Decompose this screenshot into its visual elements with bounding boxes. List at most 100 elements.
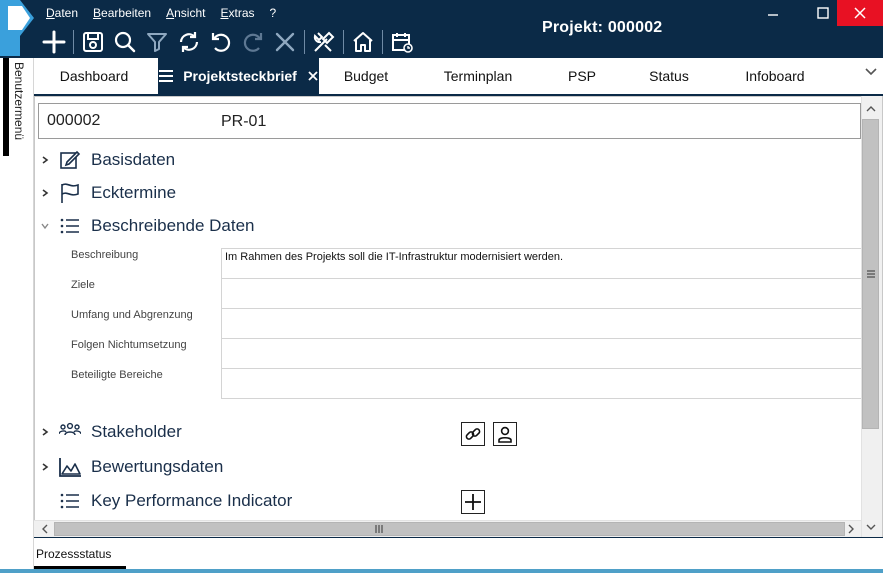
- window-title: Projekt: 000002: [542, 19, 663, 36]
- section-title: Ecktermine: [91, 183, 177, 202]
- scroll-up-icon[interactable]: [862, 100, 879, 117]
- scroll-down-icon[interactable]: [862, 518, 879, 535]
- plus-icon: [465, 494, 481, 510]
- section-beschreibende-daten[interactable]: Beschreibende Daten: [38, 213, 255, 239]
- plus-icon[interactable]: [38, 27, 70, 57]
- tab-label: Projektsteckbrief: [183, 68, 297, 84]
- field-label-folgen: Folgen Nichtumsetzung: [71, 339, 187, 351]
- flag-icon: [58, 181, 82, 205]
- list-icon: [58, 489, 82, 513]
- menu-mnemonic: D: [46, 6, 55, 20]
- section-title: Stakeholder: [91, 422, 182, 441]
- section-title: Basisdaten: [91, 150, 176, 169]
- field-beschreibung[interactable]: Im Rahmen des Projekts soll die IT-Infra…: [221, 248, 861, 279]
- menu-item-2[interactable]: Ansicht: [166, 5, 205, 21]
- tab-label: Dashboard: [59, 68, 129, 84]
- tab-status[interactable]: Status: [634, 58, 704, 94]
- field-umfang[interactable]: [221, 308, 861, 339]
- section-stakeholder[interactable]: Stakeholder: [38, 419, 182, 445]
- section-bewertungsdaten[interactable]: Bewertungsdaten: [38, 454, 223, 480]
- calendar-icon[interactable]: [386, 27, 418, 57]
- add-kpi-button[interactable]: [461, 490, 485, 514]
- tab-label: Terminplan: [443, 68, 513, 84]
- tab-budget[interactable]: Budget: [326, 58, 406, 94]
- tab-dashboard[interactable]: Dashboard: [34, 58, 154, 94]
- status-bar: [34, 538, 883, 573]
- toolbar-separator: [382, 30, 383, 54]
- add-person-button[interactable]: [493, 422, 517, 446]
- tab-projektsteckbrief[interactable]: Projektsteckbrief: [158, 58, 319, 94]
- menu-item-0[interactable]: Daten: [46, 5, 78, 21]
- field-label-umfang: Umfang und Abgrenzung: [71, 309, 193, 321]
- tab-label: Status: [649, 68, 689, 84]
- section-basisdaten[interactable]: Basisdaten: [38, 147, 175, 173]
- grip-icon: [370, 520, 387, 537]
- sidebar-accent: [3, 58, 9, 156]
- section-kpi[interactable]: Key Performance Indicator: [38, 488, 292, 514]
- menu-mnemonic: A: [166, 6, 175, 20]
- link-button[interactable]: [461, 422, 485, 446]
- section-title: Key Performance Indicator: [91, 491, 293, 510]
- project-number: 000002: [47, 112, 101, 129]
- save-icon[interactable]: [77, 27, 109, 57]
- redo-icon[interactable]: [237, 27, 269, 57]
- people-icon: [58, 420, 82, 444]
- chevron-right-icon[interactable]: [38, 186, 52, 200]
- chart-area-icon: [58, 455, 82, 479]
- section-title: Beschreibende Daten: [91, 216, 255, 235]
- tab-strip: Dashboard Projektsteckbrief Budget Termi…: [34, 58, 883, 96]
- sidebar-label[interactable]: Benutzermenü: [12, 62, 26, 140]
- chevron-right-icon[interactable]: [38, 460, 52, 474]
- process-status-tab[interactable]: Prozessstatus: [36, 547, 111, 561]
- field-label-beschreibung: Beschreibung: [71, 249, 139, 261]
- tab-label: PSP: [567, 68, 596, 84]
- toolbar-separator: [304, 30, 305, 54]
- tab-label: Infoboard: [745, 68, 805, 84]
- menu-label: aten: [54, 6, 79, 20]
- menu-item-1[interactable]: Bearbeiten: [93, 5, 151, 21]
- menubar: Daten Bearbeiten Ansicht Extras?: [46, 5, 291, 21]
- chevron-right-icon[interactable]: [38, 425, 52, 439]
- link-icon: [465, 428, 481, 440]
- field-folgen[interactable]: [221, 338, 861, 369]
- tab-terminplan[interactable]: Terminplan: [428, 58, 528, 94]
- tools-icon[interactable]: [308, 27, 340, 57]
- menu-label: xtras: [228, 6, 255, 20]
- window-bottom-edge: [0, 569, 883, 573]
- field-ziele[interactable]: [221, 278, 861, 309]
- chevron-right-icon[interactable]: [38, 153, 52, 167]
- close-tab-icon[interactable]: [307, 70, 319, 82]
- tab-label: Budget: [343, 68, 389, 84]
- field-label-bereiche: Beteiligte Bereiche: [71, 369, 163, 381]
- section-ecktermine[interactable]: Ecktermine: [38, 180, 176, 206]
- menu-item-3[interactable]: Extras: [220, 5, 254, 21]
- app-logo: [0, 0, 36, 56]
- tab-psp[interactable]: PSP: [552, 58, 612, 94]
- cancel-icon[interactable]: [269, 27, 301, 57]
- section-title: Bewertungsdaten: [91, 457, 224, 476]
- menu-label: nsicht: [174, 6, 206, 20]
- hamburger-icon: [159, 70, 174, 82]
- horizontal-scroll-thumb[interactable]: [54, 522, 845, 536]
- home-icon[interactable]: [347, 27, 379, 57]
- undo-icon[interactable]: [205, 27, 237, 57]
- filter-icon[interactable]: [141, 27, 173, 57]
- refresh-icon[interactable]: [173, 27, 205, 57]
- menu-item-4[interactable]: ?: [270, 5, 277, 21]
- toolbar-separator: [73, 30, 74, 54]
- tab-infoboard[interactable]: Infoboard: [734, 58, 816, 94]
- scroll-left-icon[interactable]: [36, 520, 53, 537]
- menu-label: earbeiten: [101, 6, 152, 20]
- tab-overflow-chevron-icon[interactable]: [864, 64, 878, 76]
- person-icon: [498, 426, 512, 443]
- search-icon[interactable]: [109, 27, 141, 57]
- edit-icon: [58, 148, 82, 172]
- minimize-button[interactable]: [750, 0, 796, 26]
- field-bereiche[interactable]: [221, 368, 861, 399]
- chevron-down-icon[interactable]: [38, 219, 52, 233]
- scroll-right-icon[interactable]: [842, 520, 859, 537]
- close-window-button[interactable]: [837, 0, 883, 26]
- grip-icon: [862, 265, 879, 282]
- toolbar-separator: [343, 30, 344, 54]
